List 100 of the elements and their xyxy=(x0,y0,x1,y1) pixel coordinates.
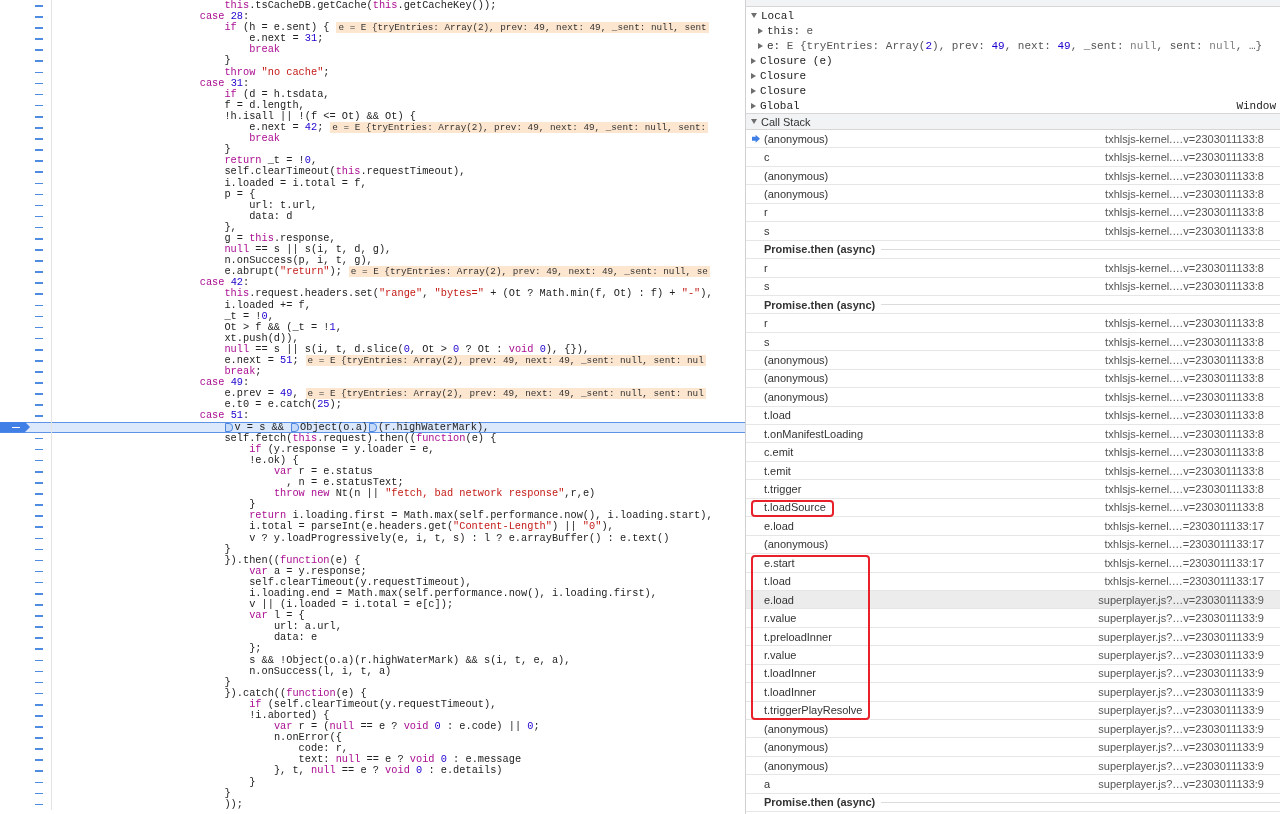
code-line: i.total = parseInt(e.headers.get("Content-Length") || "0"), xyxy=(249,521,614,533)
scope-label[interactable]: Local xyxy=(761,9,794,22)
call-frame[interactable]: r txhlsjs-kernel.…v=2303011133:8 xyxy=(746,259,1280,278)
async-separator: Promise.then (async) xyxy=(746,793,1280,813)
call-frame[interactable]: t.triggerPlayResolve superplayer.js?…v=2303011133:9 xyxy=(746,701,1280,720)
section-title: Call Stack xyxy=(761,115,811,128)
code-line: } xyxy=(224,144,231,156)
code-line: throw "no cache"; xyxy=(224,66,330,78)
code-line: this.tsCacheDB.getCache(this.getCacheKey()); xyxy=(224,0,497,12)
call-frame[interactable]: s txhlsjs-kernel.…v=2303011133:8 xyxy=(746,332,1280,352)
code-line: null == s || s(i, t, d.slice(0, Ot > 0 ? Ot : void 0), {}), xyxy=(224,343,590,355)
scope-label[interactable]: Closure (e) xyxy=(760,54,833,67)
code-line: e.next = 31; xyxy=(249,33,324,45)
code-line: return _t = !0, xyxy=(224,155,318,167)
code-line: if (y.response = y.loader = e, xyxy=(249,443,435,455)
code-line: , n = e.statusText; xyxy=(286,477,404,489)
call-frame[interactable]: t.loadInner superplayer.js?…v=2303011133:9 xyxy=(746,683,1280,702)
property-name: this: xyxy=(767,24,800,37)
scope-label[interactable]: Closure xyxy=(760,84,807,97)
expanded-triangle-icon[interactable] xyxy=(751,13,757,18)
code-line: if (h = e.sent) { xyxy=(224,22,330,34)
code-line: text: null == e ? void 0 : e.message xyxy=(298,754,522,766)
code-line: s && !Object(o.a)(r.highWaterMark) && s(i, t, e, a), xyxy=(249,654,571,666)
call-frame[interactable]: (anonymous) txhlsjs-kernel.…=2303011133:17 xyxy=(746,535,1280,555)
scope-label[interactable]: Closure xyxy=(760,69,807,82)
collapsed-triangle-icon[interactable] xyxy=(751,57,756,64)
collapsed-triangle-icon[interactable] xyxy=(758,42,763,49)
code-line: !i.aborted) { xyxy=(249,710,330,722)
call-frame[interactable]: e.start txhlsjs-kernel.…=2303011133:17 xyxy=(746,554,1280,573)
code-line: case 42: xyxy=(199,277,250,289)
async-separator: Promise.then (async) xyxy=(746,295,1280,315)
code-line: var r = e.status xyxy=(273,465,373,478)
code-line: }).catch((function(e) { xyxy=(224,687,367,699)
call-frame[interactable]: t.emit txhlsjs-kernel.…v=2303011133:8 xyxy=(746,461,1280,481)
call-frame[interactable]: (anonymous) superplayer.js?…v=2303011133:9 xyxy=(746,720,1280,739)
code-line: } xyxy=(249,499,256,511)
call-frame[interactable]: t.load txhlsjs-kernel.…v=2303011133:8 xyxy=(746,406,1280,425)
call-frame[interactable]: (anonymous) txhlsjs-kernel.…v=2303011133:8 xyxy=(746,351,1280,370)
code-line: }, t, null == e ? void 0 : e.details) xyxy=(273,765,503,777)
call-frame[interactable]: r txhlsjs-kernel.…v=2303011133:8 xyxy=(746,314,1280,333)
code-line: } xyxy=(224,787,231,799)
code-line: break xyxy=(249,44,281,56)
code-line: return i.loading.first = Math.max(self.performance.now(), i.loading.start), xyxy=(249,510,713,522)
inline-value: e = E {tryEntries: Array(2), prev: 49, next: 49, _sent: null, sent: nul xyxy=(305,388,706,400)
code-line: xt.push(d)), xyxy=(224,332,299,344)
code-line: )); xyxy=(224,798,243,810)
call-frame[interactable]: t.preloadInner superplayer.js?…v=2303011133:9 xyxy=(746,627,1280,647)
call-frame[interactable]: (anonymous) txhlsjs-kernel.…v=2303011133:8 xyxy=(746,130,1280,149)
call-frame[interactable]: s txhlsjs-kernel.…v=2303011133:8 xyxy=(746,222,1280,241)
code-line: case 31: xyxy=(199,77,250,89)
code-line: n.onError({ xyxy=(273,732,342,744)
collapsed-triangle-icon[interactable] xyxy=(751,102,756,109)
column-breakpoint-icon[interactable] xyxy=(225,422,234,432)
code-line: self.clearTimeout(this.requestTimeout), xyxy=(224,166,466,178)
inline-value: e = E {tryEntries: Array(2), prev: 49, next: 49, _sent: null, sent xyxy=(336,22,709,34)
code-line: n.onSuccess(p, i, t, g), xyxy=(224,255,373,267)
code-line: } xyxy=(249,776,256,788)
section-header[interactable]: Call Stack xyxy=(746,113,1280,130)
call-frame[interactable]: r.value superplayer.js?…v=2303011133:9 xyxy=(746,609,1280,628)
call-frame[interactable]: t.load txhlsjs-kernel.…=2303011133:17 xyxy=(746,572,1280,591)
call-frame[interactable]: t.loadInner superplayer.js?…v=2303011133:9 xyxy=(746,664,1280,684)
code-line: e.abrupt("return"); xyxy=(224,266,342,278)
call-frame[interactable]: (anonymous) superplayer.js?…v=2303011133:9 xyxy=(746,756,1280,776)
call-frame[interactable]: (anonymous) txhlsjs-kernel.…v=2303011133:8 xyxy=(746,185,1280,204)
call-frame[interactable]: (anonymous) superplayer.js?…v=2303011133:9 xyxy=(746,738,1280,757)
code-line: Ot > f && (_t = !1, xyxy=(224,321,342,333)
code-line: g = this.response, xyxy=(224,232,336,245)
code-line: url: a.url, xyxy=(273,621,342,633)
code-line: null == s || s(i, t, d, g), xyxy=(224,244,392,256)
call-frame[interactable]: (anonymous) txhlsjs-kernel.…v=2303011133:8 xyxy=(746,369,1280,389)
collapsed-triangle-icon[interactable] xyxy=(751,72,756,79)
call-frame[interactable]: r.value superplayer.js?…v=2303011133:9 xyxy=(746,646,1280,665)
code-line: this.request.headers.set("range", "bytes=" + (Ot ? Math.min(f, Ot) : f) + "-"), xyxy=(224,288,713,300)
code-line: self.fetch(this.request).then((function(e) { xyxy=(224,432,497,444)
call-frame[interactable]: t.onManifestLoading txhlsjs-kernel.…v=2303011133:8 xyxy=(746,425,1280,444)
call-frame[interactable]: c txhlsjs-kernel.…v=2303011133:8 xyxy=(746,148,1280,167)
expanded-triangle-icon[interactable] xyxy=(751,119,757,124)
call-frame[interactable]: (anonymous) txhlsjs-kernel.…v=2303011133:8 xyxy=(746,166,1280,186)
column-breakpoint-icon[interactable] xyxy=(291,422,300,432)
call-frame[interactable]: r txhlsjs-kernel.…v=2303011133:8 xyxy=(746,203,1280,223)
property-name: e: xyxy=(767,39,781,52)
call-frame[interactable]: e.load txhlsjs-kernel.…=2303011133:17 xyxy=(746,517,1280,536)
code-line: data: d xyxy=(249,210,293,222)
column-breakpoint-icon[interactable] xyxy=(369,422,378,432)
call-frame[interactable]: t.loadSource txhlsjs-kernel.…v=2303011133:8 xyxy=(746,498,1280,518)
property-value: E {tryEntries: Array(2), prev: 49, next: 49, _sent: null, sent: null, …} xyxy=(786,39,1263,52)
scope-label[interactable]: Global xyxy=(760,99,800,112)
code-line: } xyxy=(224,55,231,67)
collapsed-triangle-icon[interactable] xyxy=(751,87,756,94)
code-line: i.loaded += f, xyxy=(224,299,311,311)
collapsed-triangle-icon[interactable] xyxy=(758,27,763,34)
code-line: var r = (null == e ? void 0 : e.code) || 0; xyxy=(273,721,540,733)
call-frame[interactable]: s txhlsjs-kernel.…v=2303011133:8 xyxy=(746,277,1280,296)
inline-value: e = E {tryEntries: Array(2), prev: 49, next: 49, _sent: null, sent: xyxy=(330,122,709,134)
call-frame[interactable]: c.emit txhlsjs-kernel.…v=2303011133:8 xyxy=(746,443,1280,462)
call-frame[interactable]: (anonymous) txhlsjs-kernel.…v=2303011133:8 xyxy=(746,388,1280,407)
code-line: case 28: xyxy=(199,11,250,23)
code-line: if (self.clearTimeout(y.requestTimeout), xyxy=(249,698,497,710)
call-frame[interactable]: a superplayer.js?…v=2303011133:9 xyxy=(746,775,1280,794)
call-frame[interactable]: t.trigger txhlsjs-kernel.…v=2303011133:8 xyxy=(746,480,1280,499)
